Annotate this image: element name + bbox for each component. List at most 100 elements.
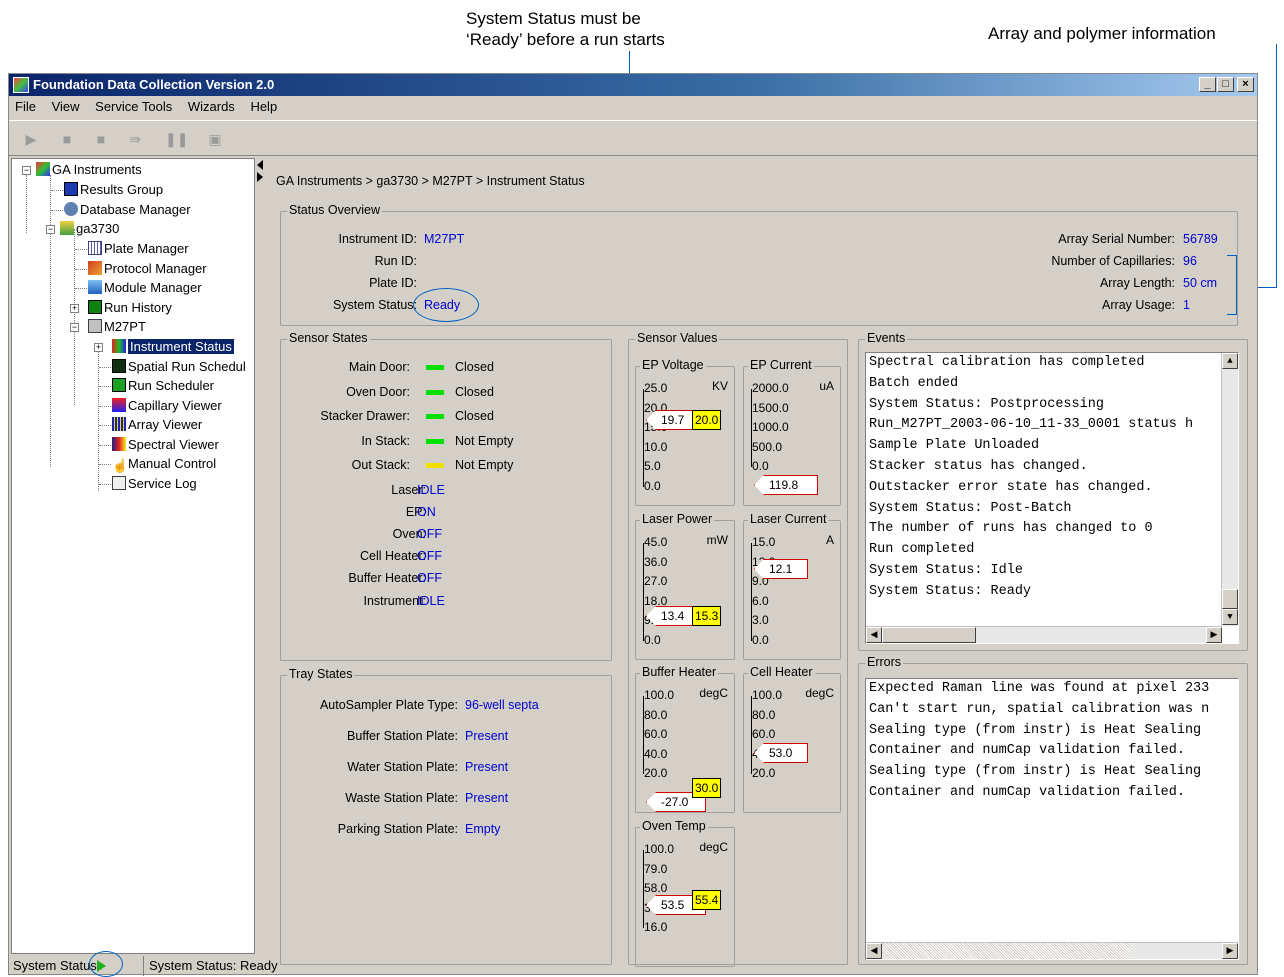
- gauge-tick-label: 80.0: [752, 707, 776, 722]
- tree-item-array-viewer[interactable]: Array Viewer: [112, 416, 202, 434]
- errors-log[interactable]: Expected Raman line was found at pixel 2…: [865, 678, 1239, 960]
- stop-all-icon[interactable]: ■: [93, 131, 109, 147]
- gauge-reading-pointer: 53.0: [754, 743, 808, 763]
- run-id-label: Run ID:: [374, 254, 417, 268]
- event-line: Run_M27PT_2003-06-10_11-33_0001 status h: [869, 417, 1194, 433]
- tree-label: Module Manager: [104, 280, 202, 295]
- resume-icon[interactable]: ▣: [207, 131, 223, 147]
- tree-collapse-toggle[interactable]: −: [46, 225, 55, 234]
- tree-item-run-scheduler[interactable]: Run Scheduler: [112, 377, 214, 395]
- splitter[interactable]: [257, 158, 265, 954]
- menu-help[interactable]: Help: [250, 99, 277, 114]
- stop-icon[interactable]: ■: [59, 131, 75, 147]
- tree-item-ga-instruments[interactable]: GA Instruments: [36, 161, 142, 179]
- tree-item-spectral-viewer[interactable]: Spectral Viewer: [112, 436, 219, 454]
- tree-label: Array Viewer: [128, 417, 203, 432]
- scroll-down-icon[interactable]: ▼: [1222, 609, 1238, 625]
- tree-item-manual-control[interactable]: ☝Manual Control: [112, 455, 216, 473]
- gauge-oven-temp: Oven TempdegC100.079.058.037.016.053.555…: [635, 819, 735, 967]
- service-log-icon: [112, 476, 126, 490]
- tree-item-m27pt[interactable]: M27PT: [88, 318, 146, 336]
- state-value: OFF: [417, 527, 442, 542]
- run-history-icon: [88, 300, 102, 314]
- m27pt-icon: [88, 319, 102, 333]
- main-content: GA Instruments > ga3730 > M27PT > Instru…: [265, 158, 1257, 974]
- tree-item-service-log[interactable]: Service Log: [112, 475, 197, 493]
- menu-service-tools[interactable]: Service Tools: [95, 99, 172, 114]
- event-line: System Status: Ready: [869, 583, 1032, 599]
- scroll-right-icon[interactable]: ▶: [1206, 627, 1222, 643]
- gauge-tick-label: 20.0: [644, 766, 668, 781]
- events-vscroll[interactable]: ▲ ▼: [1221, 353, 1238, 626]
- tree-item-results-group[interactable]: Results Group: [64, 181, 163, 199]
- scroll-thumb[interactable]: [1222, 589, 1238, 609]
- sensor-values-title: Sensor Values: [635, 331, 720, 345]
- event-line: Run completed: [869, 542, 975, 558]
- errors-title: Errors: [865, 655, 904, 669]
- tree-label: Run History: [104, 300, 172, 315]
- sensor-value: Not Empty: [455, 433, 514, 448]
- gauge-tick-label: 40.0: [644, 746, 668, 761]
- tree-item-capillary-viewer[interactable]: Capillary Viewer: [112, 397, 222, 415]
- status-led-icon: [426, 438, 444, 444]
- tree-expand-toggle[interactable]: +: [70, 304, 79, 313]
- gauge-unit: A: [825, 533, 834, 547]
- skip-icon[interactable]: ⇛: [127, 131, 143, 147]
- tree-item-protocol-manager[interactable]: Protocol Manager: [88, 260, 207, 278]
- tray-value: Empty: [465, 821, 501, 836]
- tree-collapse-toggle[interactable]: −: [22, 166, 31, 175]
- gauge-tick-label: 1500.0: [752, 400, 789, 415]
- state-value: IDLE: [417, 483, 445, 497]
- gauge-title: Buffer Heater: [640, 665, 719, 679]
- tree-item-plate-manager[interactable]: Plate Manager: [88, 240, 189, 258]
- status-bar-label: System Status: [13, 958, 97, 973]
- tree-item-spatial-run-scheduler[interactable]: Spatial Run Schedul: [112, 358, 246, 376]
- gauge-tick-label: 18.0: [644, 593, 668, 608]
- menu-view[interactable]: View: [52, 99, 80, 114]
- tree-label: Spectral Viewer: [128, 437, 219, 452]
- close-button[interactable]: ×: [1237, 77, 1254, 92]
- tree-item-module-manager[interactable]: Module Manager: [88, 279, 202, 297]
- tree-label: Service Log: [128, 476, 197, 491]
- tree-item-run-history[interactable]: Run History: [88, 299, 172, 317]
- play-icon[interactable]: ▶: [23, 131, 39, 147]
- gauge-tick-label: 27.0: [644, 574, 668, 589]
- maximize-button[interactable]: □: [1217, 77, 1234, 92]
- gauge-tick-label: 1000.0: [752, 420, 789, 435]
- tray-label: AutoSampler Plate Type:: [319, 698, 458, 712]
- gauge-unit: uA: [819, 379, 834, 393]
- menu-wizards[interactable]: Wizards: [188, 99, 235, 114]
- tree-collapse-toggle[interactable]: −: [70, 323, 79, 332]
- tree-label: Results Group: [80, 182, 164, 197]
- spatial-run-icon: [112, 359, 126, 373]
- tree-label: Manual Control: [128, 456, 217, 471]
- collapse-left-icon[interactable]: [257, 160, 263, 170]
- tree-item-database-manager[interactable]: Database Manager: [64, 201, 191, 219]
- scroll-thumb[interactable]: [882, 627, 976, 643]
- run-scheduler-icon: [112, 378, 126, 392]
- tree-expand-toggle[interactable]: +: [94, 343, 103, 352]
- tray-value: 96-well septa: [465, 698, 539, 712]
- status-overview-panel: Status Overview Instrument ID: M27PT Run…: [280, 203, 1238, 326]
- sensor-value: Not Empty: [455, 458, 514, 473]
- events-hscroll[interactable]: ◀ ▶: [866, 626, 1222, 643]
- sensor-value: Closed: [455, 360, 494, 374]
- tree-label: Plate Manager: [104, 241, 189, 256]
- state-value: OFF: [417, 571, 442, 586]
- expand-right-icon[interactable]: [257, 172, 263, 182]
- gauge-tick-label: 500.0: [752, 439, 783, 454]
- tree-item-ga3730[interactable]: ga3730: [60, 220, 119, 238]
- error-lines: Expected Raman line was found at pixel 2…: [869, 679, 1238, 804]
- scroll-up-icon[interactable]: ▲: [1222, 353, 1238, 369]
- callout-highlight: [413, 288, 479, 322]
- scroll-left-icon[interactable]: ◀: [866, 627, 882, 643]
- events-log[interactable]: Spectral calibration has completed Batch …: [865, 352, 1239, 644]
- gauge-tick-label: 45.0: [644, 535, 668, 549]
- event-line: Spectral calibration has completed: [869, 355, 1145, 370]
- pause-icon[interactable]: ❚❚: [165, 131, 188, 147]
- gauge-tick-label: 60.0: [644, 727, 668, 742]
- minimize-button[interactable]: _: [1199, 77, 1216, 92]
- status-led-icon: [426, 389, 444, 395]
- tree-item-instrument-status[interactable]: Instrument Status: [112, 338, 234, 356]
- menu-file[interactable]: File: [15, 99, 36, 114]
